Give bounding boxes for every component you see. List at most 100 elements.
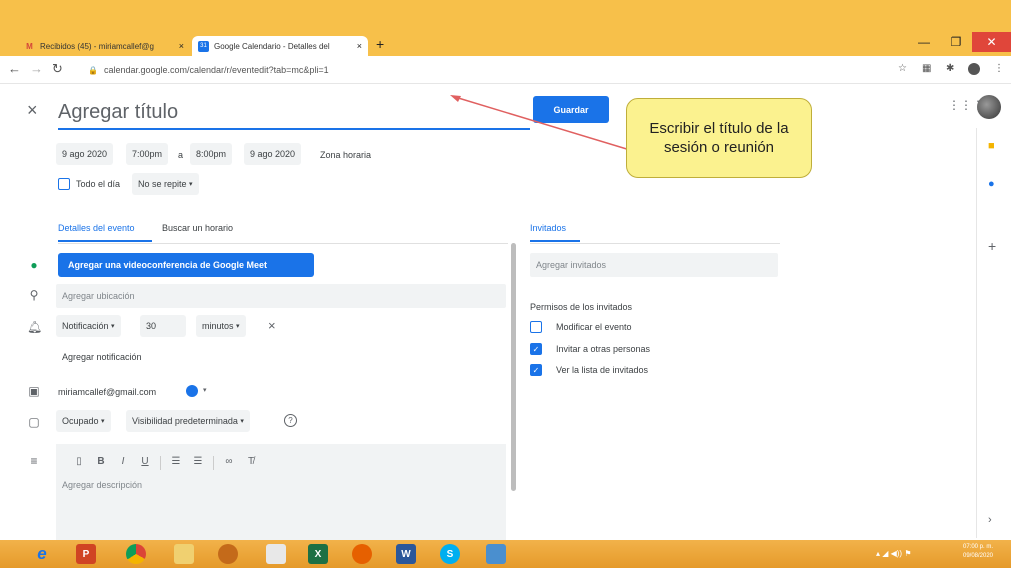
skype-icon[interactable]: S: [440, 544, 460, 564]
chrome-icon[interactable]: [126, 544, 146, 564]
chevron-down-icon: ▾: [236, 323, 240, 330]
tab-close-icon[interactable]: ×: [179, 41, 184, 51]
timezone-link[interactable]: Zona horaria: [320, 150, 371, 160]
forward-icon[interactable]: →: [30, 61, 43, 76]
clock-date: 09/08/2020: [962, 553, 994, 559]
guest-input[interactable]: [530, 253, 778, 277]
attachment-icon[interactable]: ▯: [68, 456, 90, 470]
repeat-select[interactable]: No se repite ▾: [132, 173, 199, 195]
firefox-icon[interactable]: [352, 544, 372, 564]
tab-calendar[interactable]: 31 Google Calendario - Detalles del ×: [192, 36, 368, 56]
star-icon[interactable]: ☆: [898, 63, 907, 74]
add-notification-link[interactable]: Agregar notificación: [62, 352, 142, 362]
toolbar-divider: [160, 456, 161, 470]
puzzle-icon[interactable]: ✱: [946, 63, 954, 74]
briefcase-icon: ▢: [28, 415, 40, 429]
remove-notification-icon[interactable]: ×: [268, 318, 276, 333]
chevron-right-icon[interactable]: ›: [988, 514, 992, 526]
checkbox-checked[interactable]: ✓: [530, 364, 542, 376]
tab-find-time[interactable]: Buscar un horario: [162, 223, 233, 233]
all-day-label: Todo el día: [76, 179, 121, 189]
calendar-icon: ▣: [28, 384, 40, 398]
profile-icon[interactable]: [968, 63, 980, 75]
minimize-button[interactable]: —: [908, 32, 940, 52]
clock[interactable]: 07:00 p. m. 09/08/2020: [952, 543, 1004, 561]
close-window-button[interactable]: ✕: [972, 32, 1011, 52]
tab-strip: M Recibidos (45) - miriamcallef@g × 31 G…: [0, 32, 1011, 56]
title-bar: [0, 0, 1011, 32]
end-time[interactable]: 8:00pm: [190, 143, 233, 165]
keep-icon[interactable]: ■: [988, 140, 995, 152]
end-date[interactable]: 9 ago 2020: [244, 143, 302, 165]
tasks-icon[interactable]: ●: [988, 178, 995, 190]
maximize-button[interactable]: ❐: [940, 32, 972, 52]
system-tray[interactable]: ▴ ◢ ◀)) ⚑: [876, 549, 912, 558]
tab-event-details[interactable]: Detalles del evento: [58, 223, 135, 233]
calendar-owner[interactable]: miriamcallef@gmail.com: [58, 387, 156, 397]
tab-close-icon[interactable]: ×: [357, 41, 362, 51]
reload-icon[interactable]: ↻: [52, 61, 63, 77]
permission-label: Ver la lista de invitados: [556, 365, 649, 375]
tab-label: Recibidos (45) - miriamcallef@g: [40, 41, 154, 51]
link-icon[interactable]: ∞: [218, 456, 240, 470]
bold-icon[interactable]: B: [90, 456, 112, 470]
folder-icon[interactable]: [174, 544, 194, 564]
excel-icon[interactable]: X: [308, 544, 328, 564]
url-text: calendar.google.com/calendar/r/eventedit…: [103, 65, 329, 75]
underline-icon[interactable]: U: [134, 456, 156, 470]
chevron-down-icon: ▾: [203, 387, 207, 394]
italic-icon[interactable]: I: [112, 456, 134, 470]
network-icon[interactable]: [486, 544, 506, 564]
url-field[interactable]: 🔒 calendar.google.com/calendar/r/eventedi…: [88, 65, 329, 75]
menu-icon[interactable]: ⋮: [994, 63, 1004, 74]
checkbox-checked[interactable]: ✓: [530, 343, 542, 355]
location-input[interactable]: [56, 284, 506, 308]
description-input[interactable]: [62, 480, 492, 530]
permission-see-list[interactable]: ✓ Ver la lista de invitados: [530, 364, 648, 376]
notification-value-input[interactable]: 30: [140, 315, 186, 337]
title-input[interactable]: [58, 96, 530, 130]
new-tab-button[interactable]: +: [376, 36, 384, 52]
start-time[interactable]: 7:00pm: [126, 143, 169, 165]
permission-modify[interactable]: Modificar el evento: [530, 321, 632, 333]
tab-gmail[interactable]: M Recibidos (45) - miriamcallef@g ×: [18, 36, 190, 56]
app-icon[interactable]: [218, 544, 238, 564]
save-button[interactable]: Guardar: [533, 96, 609, 123]
close-editor-icon[interactable]: ×: [27, 100, 38, 121]
notepad-icon[interactable]: [266, 544, 286, 564]
visibility-select[interactable]: Visibilidad predeterminada ▾: [126, 410, 250, 432]
bullet-list-icon[interactable]: ☰: [187, 456, 209, 470]
scrollbar[interactable]: [511, 243, 516, 491]
notification-type-select[interactable]: Notificación ▾: [56, 315, 121, 337]
event-color-picker[interactable]: [186, 385, 198, 397]
chevron-down-icon: ▾: [101, 418, 105, 425]
meet-icon: ●: [30, 258, 38, 272]
checkbox[interactable]: [530, 321, 542, 333]
powerpoint-icon[interactable]: P: [76, 544, 96, 564]
all-day-checkbox[interactable]: [58, 178, 70, 190]
availability-select[interactable]: Ocupado ▾: [56, 410, 111, 432]
ie-icon[interactable]: e: [32, 544, 52, 564]
divider: [530, 243, 780, 244]
avatar[interactable]: [977, 95, 1001, 119]
help-icon[interactable]: ?: [284, 414, 297, 427]
word-icon[interactable]: W: [396, 544, 416, 564]
tab-label: Google Calendario - Detalles del: [214, 41, 330, 51]
extension-icon[interactable]: ▦: [922, 63, 931, 74]
permission-invite[interactable]: ✓ Invitar a otras personas: [530, 343, 650, 355]
start-date[interactable]: 9 ago 2020: [56, 143, 114, 165]
notification-unit-select[interactable]: minutos ▾: [196, 315, 246, 337]
repeat-label: No se repite: [138, 179, 187, 189]
back-icon[interactable]: ←: [8, 61, 21, 76]
location-icon: ⚲: [29, 288, 39, 302]
add-meet-button[interactable]: Agregar una videoconferencia de Google M…: [58, 253, 314, 277]
tab-guests[interactable]: Invitados: [530, 223, 566, 233]
numbered-list-icon[interactable]: ☰: [165, 456, 187, 470]
visibility-label: Visibilidad predeterminada: [132, 416, 238, 426]
chevron-down-icon: ▾: [189, 181, 193, 188]
tab-indicator: [530, 240, 580, 242]
clear-format-icon[interactable]: T̸: [240, 456, 262, 470]
to-label: a: [178, 150, 184, 160]
tab-indicator: [58, 240, 152, 242]
add-addon-icon[interactable]: +: [988, 238, 996, 254]
